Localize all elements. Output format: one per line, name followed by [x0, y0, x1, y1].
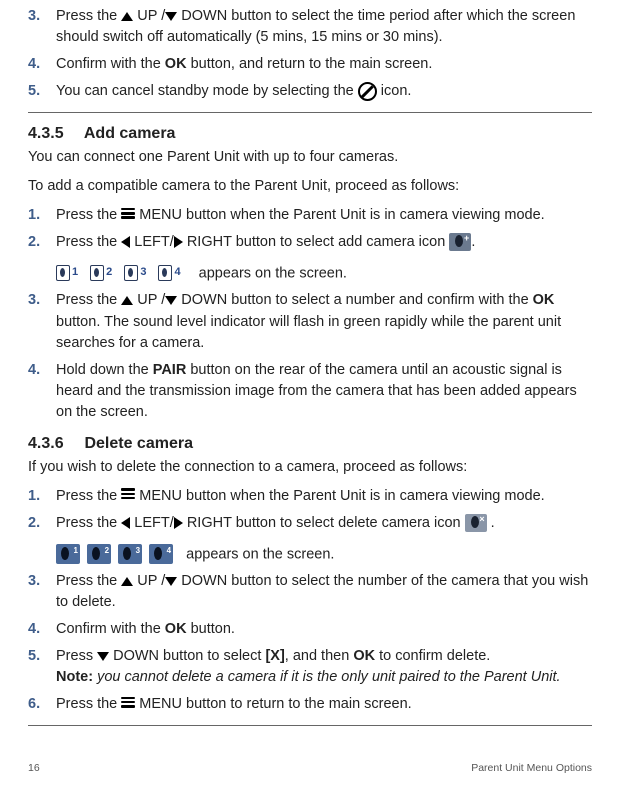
- add-camera-list-cont: 3. Press the UP / DOWN button to select …: [28, 290, 592, 422]
- list-item: 4. Confirm with the OK button, and retur…: [28, 54, 592, 75]
- item-text: You can cancel standby mode by selecting…: [56, 81, 592, 102]
- list-item: 2. Press the LEFT/ RIGHT button to selec…: [28, 232, 592, 253]
- left-arrow-icon: [121, 236, 130, 248]
- note-label: Note:: [56, 669, 93, 685]
- section-intro: If you wish to delete the connection to …: [28, 457, 592, 478]
- ok-label: OK: [533, 292, 555, 308]
- item-text: Press DOWN button to select [X], and the…: [56, 646, 592, 688]
- list-item: 5. Press DOWN button to select [X], and …: [28, 646, 592, 688]
- item-text: Press the MENU button when the Parent Un…: [56, 486, 592, 507]
- list-item: 3. Press the UP / DOWN button to select …: [28, 6, 592, 48]
- item-number: 1.: [28, 205, 56, 226]
- item-number: 4.: [28, 54, 56, 75]
- page-number: 16: [28, 762, 40, 774]
- camera-icon: [90, 265, 104, 281]
- camera-number-icons-blue: 1 2 3 4: [56, 544, 176, 565]
- manual-page: 3. Press the UP / DOWN button to select …: [0, 0, 620, 784]
- menu-icon: [121, 695, 135, 710]
- section-intro: You can connect one Parent Unit with up …: [28, 147, 592, 168]
- ok-label: OK: [165, 56, 187, 72]
- camera-icon: 3: [118, 544, 142, 564]
- right-arrow-icon: [174, 236, 183, 248]
- down-arrow-icon: [97, 652, 109, 661]
- divider: [28, 725, 592, 726]
- right-arrow-icon: [174, 517, 183, 529]
- item-text: Press the UP / DOWN button to select the…: [56, 6, 592, 48]
- list-item: 4. Hold down the PAIR button on the rear…: [28, 360, 592, 423]
- down-arrow-icon: [165, 577, 177, 586]
- prohibit-icon: [358, 82, 377, 101]
- left-arrow-icon: [121, 517, 130, 529]
- item-number: 4.: [28, 619, 56, 640]
- page-footer: 16 Parent Unit Menu Options: [28, 756, 592, 774]
- camera-number-icons: 1 2 3 4: [56, 263, 189, 284]
- item-number: 3.: [28, 6, 56, 48]
- item-text: Press the MENU button to return to the m…: [56, 694, 592, 715]
- delete-camera-list: 1. Press the MENU button when the Parent…: [28, 486, 592, 534]
- footer-title: Parent Unit Menu Options: [471, 762, 592, 774]
- menu-icon: [121, 486, 135, 501]
- delete-camera-list-cont: 3. Press the UP / DOWN button to select …: [28, 571, 592, 715]
- down-arrow-icon: [165, 296, 177, 305]
- list-item: 2. Press the LEFT/ RIGHT button to selec…: [28, 513, 592, 534]
- add-camera-icon: +: [449, 233, 471, 251]
- camera-icon: [124, 265, 138, 281]
- item-number: 6.: [28, 694, 56, 715]
- camera-icon: 1: [56, 544, 80, 564]
- item-number: 2.: [28, 513, 56, 534]
- item-number: 3.: [28, 290, 56, 353]
- item-text: Press the LEFT/ RIGHT button to select d…: [56, 513, 592, 534]
- menu-icon: [121, 206, 135, 221]
- up-arrow-icon: [121, 577, 133, 586]
- item-number: 3.: [28, 571, 56, 613]
- section-heading-436: 4.3.6 Delete camera: [28, 435, 592, 453]
- section-heading-435: 4.3.5 Add camera: [28, 125, 592, 143]
- top-list: 3. Press the UP / DOWN button to select …: [28, 6, 592, 102]
- camera-indicator-line: 1 2 3 4 appears on the screen.: [56, 544, 592, 565]
- add-camera-list: 1. Press the MENU button when the Parent…: [28, 205, 592, 253]
- item-text: Press the LEFT/ RIGHT button to select a…: [56, 232, 592, 253]
- item-text: Press the UP / DOWN button to select the…: [56, 571, 592, 613]
- list-item: 3. Press the UP / DOWN button to select …: [28, 571, 592, 613]
- section-intro: To add a compatible camera to the Parent…: [28, 176, 592, 197]
- ok-label: OK: [353, 648, 375, 664]
- item-text: Confirm with the OK button, and return t…: [56, 54, 592, 75]
- item-number: 1.: [28, 486, 56, 507]
- item-number: 5.: [28, 81, 56, 102]
- item-text: Confirm with the OK button.: [56, 619, 592, 640]
- camera-icon: [158, 265, 172, 281]
- up-arrow-icon: [121, 296, 133, 305]
- note-text: you cannot delete a camera if it is the …: [93, 669, 561, 685]
- ok-label: OK: [165, 621, 187, 637]
- list-item: 1. Press the MENU button when the Parent…: [28, 205, 592, 226]
- divider: [28, 112, 592, 113]
- item-text: Hold down the PAIR button on the rear of…: [56, 360, 592, 423]
- camera-icon: [56, 265, 70, 281]
- item-text: Press the MENU button when the Parent Un…: [56, 205, 592, 226]
- camera-icon: 2: [87, 544, 111, 564]
- x-option: [X]: [265, 648, 284, 664]
- list-item: 5. You can cancel standby mode by select…: [28, 81, 592, 102]
- camera-indicator-line: 1 2 3 4 appears on the screen.: [56, 263, 592, 284]
- list-item: 1. Press the MENU button when the Parent…: [28, 486, 592, 507]
- up-arrow-icon: [121, 12, 133, 21]
- item-number: 5.: [28, 646, 56, 688]
- delete-camera-icon: ×: [465, 514, 487, 532]
- list-item: 4. Confirm with the OK button.: [28, 619, 592, 640]
- item-number: 2.: [28, 232, 56, 253]
- item-number: 4.: [28, 360, 56, 423]
- camera-icon: 4: [149, 544, 173, 564]
- item-text: Press the UP / DOWN button to select a n…: [56, 290, 592, 353]
- pair-label: PAIR: [153, 362, 187, 378]
- down-arrow-icon: [165, 12, 177, 21]
- list-item: 6. Press the MENU button to return to th…: [28, 694, 592, 715]
- list-item: 3. Press the UP / DOWN button to select …: [28, 290, 592, 353]
